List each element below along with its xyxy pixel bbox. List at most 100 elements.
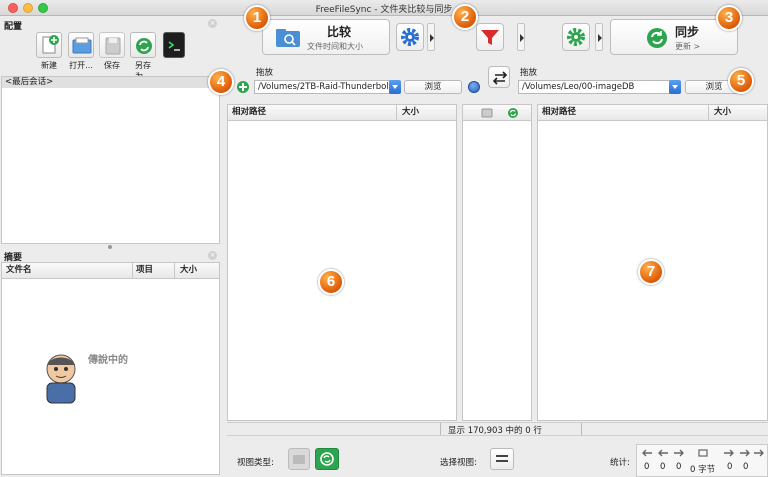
stat-create-right: 0: [727, 462, 733, 472]
config-panel-close-button[interactable]: ×: [208, 19, 217, 28]
right-col-relative-path[interactable]: 相对路径: [542, 107, 576, 117]
status-bar: 显示 170,903 中的 0 行: [227, 422, 768, 436]
annotation-badge-6: 6: [318, 269, 344, 295]
open-config-button[interactable]: 打开...: [66, 32, 96, 71]
summary-grid[interactable]: 文件名 项目 大小 傳說中的 挨踢部門: [1, 262, 220, 475]
statistics-box: 0 0 0 0 字节 0 0: [636, 444, 768, 477]
annotation-badge-2: 2: [452, 4, 478, 30]
window-title: FreeFileSync - 文件夹比较与同步: [315, 5, 453, 15]
delete-right-icon: [754, 449, 764, 457]
terminal-icon: [163, 32, 185, 58]
summary-col-items[interactable]: 项目: [136, 263, 153, 278]
annotation-badge-3: 3: [716, 5, 742, 31]
left-file-grid[interactable]: 相对路径 大小: [227, 104, 457, 421]
view-type-label: 视图类型:: [237, 458, 274, 468]
select-view-button[interactable]: [490, 448, 514, 470]
config-list-item[interactable]: <最后会话>: [2, 77, 219, 88]
config-panel-title: 配置: [4, 22, 23, 32]
sync-action-view-icon: [320, 452, 334, 466]
plus-icon: [237, 81, 249, 93]
create-left-icon: [642, 449, 652, 457]
stat-delete-left: 0: [676, 462, 682, 472]
sync-button-label: 同步: [675, 25, 700, 39]
stat-create-left: 0: [644, 462, 650, 472]
right-folder-history-dropdown[interactable]: [669, 80, 681, 94]
statistics-label: 统计:: [610, 458, 630, 468]
compare-folder-icon: [276, 29, 300, 47]
create-right-icon: [724, 449, 734, 457]
title-bar: FreeFileSync - 文件夹比较与同步: [0, 0, 768, 16]
open-config-label: 打开...: [69, 61, 93, 70]
sync-options-arrow[interactable]: [595, 23, 603, 51]
gear-icon: [401, 28, 419, 46]
select-view-label: 选择视图:: [440, 458, 477, 468]
swap-arrows-icon: [492, 71, 508, 85]
cartoon-avatar-icon: [46, 354, 76, 404]
sync-button-sub: 更新 >: [675, 42, 701, 51]
rows-shown-text: 显示 170,903 中的 0 行: [448, 426, 542, 436]
middle-grid-header: [463, 105, 531, 121]
left-drop-label: 拖放: [256, 68, 274, 78]
view-type-file-button[interactable]: [288, 448, 310, 470]
left-folder-history-dropdown[interactable]: [389, 80, 401, 94]
watermark-logo: 傳說中的 挨踢部門: [38, 349, 208, 419]
compare-options-arrow[interactable]: [427, 23, 435, 51]
annotation-badge-7: 7: [638, 259, 664, 285]
left-folder-path-input[interactable]: /Volumes/2TB-Raid-Thunderbolt: [254, 80, 390, 94]
new-config-label: 新建: [41, 61, 57, 70]
right-col-size[interactable]: 大小: [714, 105, 731, 120]
right-folder-path-input[interactable]: /Volumes/Leo/00-imageDB: [518, 80, 670, 94]
summary-col-filename[interactable]: 文件名: [6, 265, 32, 275]
save-config-button[interactable]: 保存: [98, 32, 126, 71]
update-left-icon: [658, 449, 668, 457]
add-folder-pair-button[interactable]: [236, 80, 250, 94]
swap-sides-button[interactable]: [488, 66, 510, 88]
save-config-label: 保存: [104, 61, 120, 70]
new-file-icon: [36, 32, 62, 58]
open-folder-icon: [68, 32, 94, 58]
config-list[interactable]: <最后会话>: [1, 76, 220, 244]
sync-settings-button[interactable]: [562, 23, 590, 51]
folder-view-icon: [293, 455, 305, 464]
annotation-badge-4: 4: [208, 69, 234, 95]
annotation-badge-5: 5: [728, 68, 754, 94]
summary-grid-header: 文件名 项目 大小: [2, 263, 219, 279]
summary-col-size[interactable]: 大小: [180, 263, 197, 278]
sync-arrows-icon: [647, 28, 667, 48]
save-disk-icon: [99, 32, 125, 58]
stat-data-size: 0 字节: [690, 465, 716, 475]
right-grid-header: 相对路径 大小: [538, 105, 767, 121]
compare-button-sub: 文件时间和大小: [307, 42, 363, 51]
compare-button-label: 比较: [327, 25, 352, 39]
data-size-icon: [698, 449, 708, 457]
info-icon[interactable]: [468, 81, 480, 93]
equal-lines-icon: [496, 455, 508, 462]
update-right-icon: [740, 449, 750, 457]
watermark-top-text: 傳說中的: [88, 355, 128, 366]
summary-panel-close-button[interactable]: ×: [208, 251, 217, 260]
compare-button[interactable]: 比较 文件时间和大小: [262, 19, 390, 55]
filter-options-arrow[interactable]: [517, 23, 525, 51]
left-col-relative-path[interactable]: 相对路径: [232, 107, 266, 117]
view-type-action-button[interactable]: [315, 448, 339, 470]
left-col-size[interactable]: 大小: [402, 105, 419, 120]
compare-settings-button[interactable]: [396, 23, 424, 51]
save-as-sync-icon: [130, 32, 156, 58]
delete-left-icon: [674, 449, 684, 457]
checkbox-column-icon[interactable]: [481, 107, 493, 119]
stat-update-left: 0: [660, 462, 666, 472]
middle-action-grid[interactable]: [462, 104, 532, 421]
annotation-badge-1: 1: [244, 5, 270, 31]
sync-action-icon[interactable]: [507, 107, 519, 119]
filter-funnel-icon: [481, 30, 499, 45]
gear-icon: [567, 28, 585, 46]
new-config-button[interactable]: 新建: [34, 32, 64, 71]
filter-button[interactable]: [476, 23, 504, 51]
right-drop-label: 拖放: [520, 68, 538, 78]
save-as-config-button[interactable]: 另存为...: [128, 32, 158, 82]
batch-job-button[interactable]: [162, 32, 186, 60]
left-browse-button[interactable]: 浏览: [404, 80, 462, 94]
stat-update-right: 0: [743, 462, 749, 472]
left-grid-header: 相对路径 大小: [228, 105, 456, 121]
panel-splitter-handle[interactable]: [108, 245, 112, 249]
